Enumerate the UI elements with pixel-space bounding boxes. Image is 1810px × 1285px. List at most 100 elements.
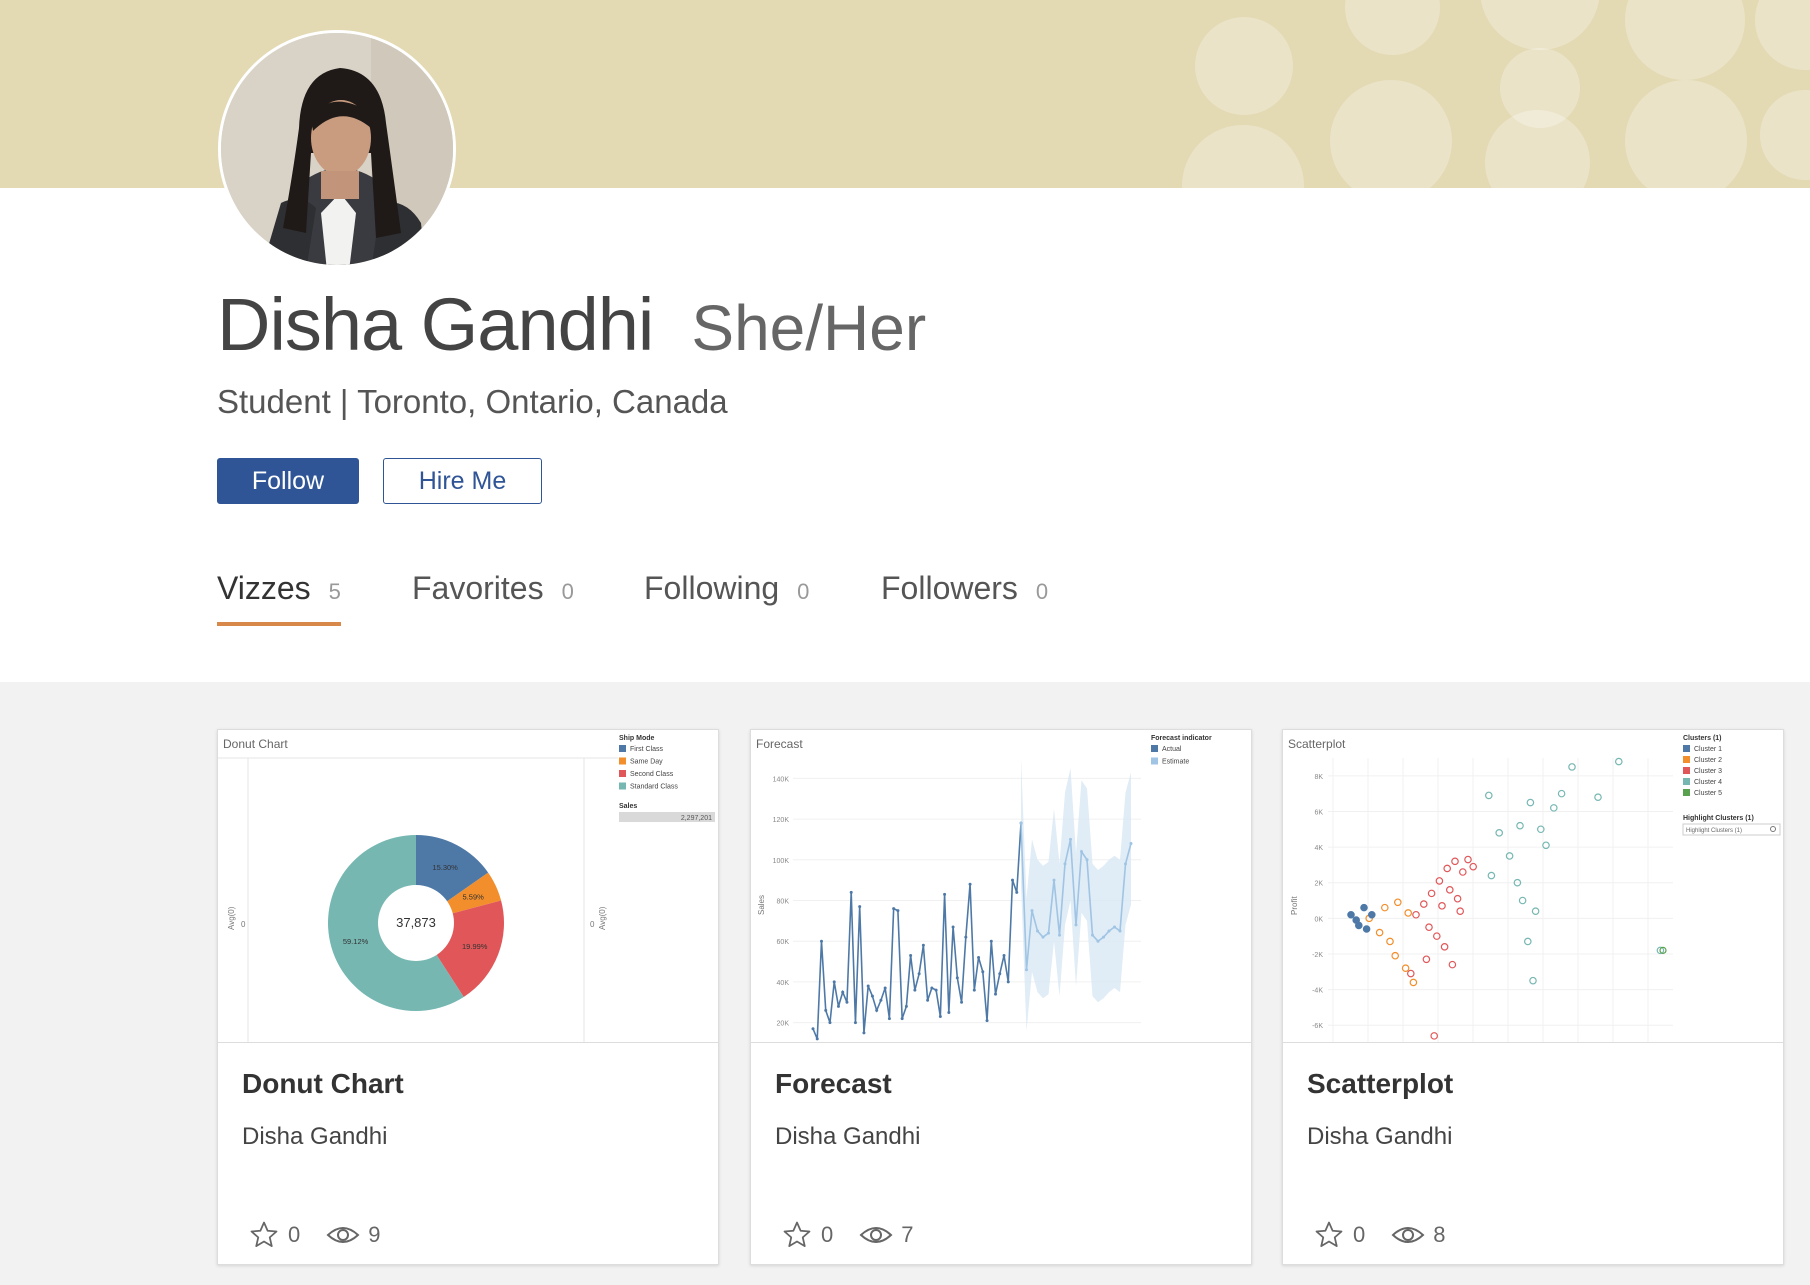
highlight-label: Highlight Clusters (1)	[1683, 815, 1754, 822]
viz-thumbnail[interactable]: Scatterplot Profit 8K 6K 4K 2K 0K -2K -4K -6K C…	[1283, 730, 1783, 1043]
donut-center-label: 37,873	[396, 915, 436, 930]
slice-value-label: 59.12%	[343, 937, 369, 946]
star-icon[interactable]	[1313, 1220, 1345, 1250]
star-icon[interactable]	[248, 1220, 280, 1250]
eye-icon	[859, 1227, 893, 1243]
star-icon[interactable]	[781, 1220, 813, 1250]
scatter-point	[1524, 937, 1532, 946]
sales-value: 2,297,201	[681, 815, 712, 822]
forecast-band	[1021, 758, 1131, 1031]
y-tick-label: 2K	[1314, 881, 1323, 888]
actual-point	[841, 990, 845, 994]
hire-me-button[interactable]: Hire Me	[383, 458, 542, 504]
legend-swatch	[619, 757, 626, 765]
chart-title: Scatterplot	[1288, 737, 1346, 751]
viz-card-forecast[interactable]: Forecast Sales 140K 120K 100K 80K 60K 40K 20K …	[750, 729, 1252, 1265]
scatter-point	[1394, 898, 1402, 907]
scatter-point	[1420, 900, 1428, 908]
scatter-point	[1368, 910, 1376, 919]
right-axis-label: Avg(0)	[598, 906, 607, 930]
scatter-point	[1381, 903, 1389, 912]
actual-point	[896, 909, 900, 913]
actual-point	[811, 1027, 815, 1031]
profile-name: Disha Gandhi	[217, 283, 654, 366]
tab-label: Followers	[881, 570, 1018, 606]
scatter-point	[1438, 902, 1446, 910]
estimate-point	[1069, 837, 1072, 841]
actual-point	[824, 1008, 828, 1012]
scatter-point	[1425, 923, 1433, 932]
scatter-point	[1422, 955, 1431, 964]
y-tick-label: 8K	[1314, 774, 1323, 781]
viz-title[interactable]: Donut Chart	[242, 1068, 404, 1100]
viz-author[interactable]: Disha Gandhi	[775, 1123, 920, 1151]
viz-thumbnail[interactable]: Forecast Sales 140K 120K 100K 80K 60K 40K 20K …	[751, 730, 1251, 1043]
y-tick-label: 40K	[777, 980, 790, 987]
actual-point	[866, 984, 870, 988]
viz-author[interactable]: Disha Gandhi	[1307, 1123, 1452, 1151]
legend-title: Clusters (1)	[1683, 735, 1722, 742]
actual-point	[832, 980, 836, 984]
actual-point	[900, 1017, 904, 1021]
legend-item: First Class	[630, 746, 664, 753]
scatter-point	[1505, 852, 1514, 860]
viz-stats: 0 9	[248, 1220, 407, 1250]
viz-card-donut-chart[interactable]: Donut Chart Avg(0) 0 Avg(0) 0 15.30% 5.59…	[217, 729, 719, 1265]
actual-point	[828, 1021, 832, 1025]
legend-swatch	[619, 745, 626, 752]
scatter-point	[1360, 903, 1368, 912]
viz-thumbnail[interactable]: Donut Chart Avg(0) 0 Avg(0) 0 15.30% 5.59…	[218, 730, 718, 1043]
actual-point	[934, 988, 938, 992]
actual-point	[815, 1037, 819, 1041]
tab-following[interactable]: Following 0	[644, 570, 809, 626]
slice-value-label: 19.99%	[462, 942, 488, 951]
scatter-point	[1347, 910, 1355, 919]
scatter-point	[1446, 886, 1454, 894]
scatter-point	[1453, 894, 1462, 903]
actual-point	[858, 905, 862, 909]
scatter-point	[1594, 793, 1602, 801]
favorites-count: 0	[288, 1222, 301, 1247]
scatter-point	[1557, 789, 1566, 798]
actual-point	[960, 1000, 964, 1004]
tab-vizzes[interactable]: Vizzes 5	[217, 570, 341, 626]
scatter-point	[1485, 791, 1493, 800]
scatter-point	[1518, 896, 1527, 905]
scatter-point	[1409, 978, 1418, 987]
actual-point	[964, 935, 968, 939]
scatter-point	[1427, 889, 1436, 898]
scatter-point	[1443, 864, 1452, 873]
scatter-point	[1433, 932, 1441, 940]
tab-favorites[interactable]: Favorites 0	[412, 570, 574, 626]
scatter-point	[1386, 937, 1394, 946]
viz-card-scatterplot[interactable]: Scatterplot Profit 8K 6K 4K 2K 0K -2K -4K -6K C…	[1282, 729, 1784, 1265]
follow-button[interactable]: Follow	[217, 458, 359, 504]
legend-swatch	[619, 782, 626, 790]
axis-tick: 0	[590, 920, 595, 929]
actual-point	[849, 890, 853, 894]
banner-bubble	[1625, 80, 1747, 188]
scatter-point	[1531, 907, 1540, 915]
left-axis-label: Avg(0)	[227, 906, 236, 930]
actual-point	[989, 939, 993, 943]
scatter-point	[1375, 928, 1384, 937]
viz-title[interactable]: Scatterplot	[1307, 1068, 1453, 1100]
tab-followers[interactable]: Followers 0	[881, 570, 1048, 626]
scatter-point	[1407, 969, 1415, 978]
estimate-point	[1096, 939, 1100, 943]
scatter-point	[1448, 960, 1457, 969]
scatter-point	[1404, 909, 1413, 917]
estimate-point	[1047, 931, 1050, 935]
viz-stats: 0 8	[1313, 1220, 1472, 1250]
banner-bubble	[1330, 80, 1452, 188]
favorites-count: 0	[1353, 1222, 1366, 1247]
viz-author[interactable]: Disha Gandhi	[242, 1123, 387, 1151]
actual-point	[968, 882, 972, 886]
forecast-chart: Forecast Sales 140K120K100K80K60K40K20K …	[756, 735, 1212, 1041]
scatter-point	[1459, 868, 1467, 876]
legend-swatch	[1683, 756, 1690, 763]
viz-title[interactable]: Forecast	[775, 1068, 892, 1100]
axis-tick: 0	[241, 920, 246, 929]
legend-swatch	[1683, 778, 1690, 785]
estimate-point	[1041, 935, 1045, 939]
